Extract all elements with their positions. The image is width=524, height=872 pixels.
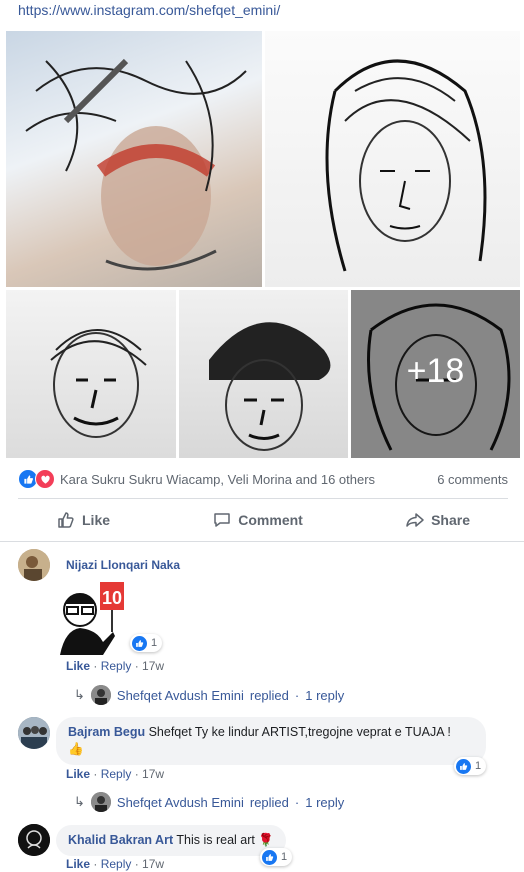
comment-meta: Like · Reply · 17w: [66, 659, 165, 673]
reaction-count: 1: [475, 760, 482, 772]
photo-3[interactable]: [6, 290, 176, 458]
post-actions: Like Comment Share: [18, 504, 508, 536]
avatar[interactable]: [18, 824, 50, 856]
like-label: Like: [82, 512, 111, 528]
comment-button[interactable]: Comment: [174, 510, 341, 530]
replied-dot: ·: [294, 794, 300, 810]
comment-icon: [214, 513, 231, 527]
love-reaction-icon: [35, 469, 55, 489]
share-label: Share: [431, 512, 470, 528]
comment-text: This is real art: [176, 833, 255, 847]
replied-dot: ·: [294, 687, 300, 703]
comment-time[interactable]: 17w: [142, 857, 164, 871]
like-reaction-icon: [262, 849, 277, 865]
sticker-score: 10: [102, 588, 122, 608]
sticker-image: 10: [55, 580, 125, 655]
replied-word: replied: [249, 687, 289, 703]
comment-reaction-badge[interactable]: 1: [130, 634, 163, 652]
reply-count: 1 reply: [305, 794, 345, 810]
more-photos-count: +18: [406, 352, 465, 390]
reply-count: 1 reply: [305, 687, 345, 703]
reply-arrow-icon: ↳: [74, 687, 85, 702]
comment-bubble: Bajram Begu Shefqet Ty ke lindur ARTIST,…: [56, 717, 486, 765]
photo-5-more[interactable]: +18: [351, 290, 520, 458]
comment-meta: Like · Reply · 17w: [66, 857, 165, 871]
comment-author[interactable]: Bajram Begu: [68, 725, 145, 739]
reaction-count: 1: [281, 851, 288, 863]
replied-author: Shefqet Avdush Emini: [116, 794, 244, 810]
like-reaction-icon: [456, 758, 471, 774]
comment-time[interactable]: 17w: [142, 659, 164, 673]
replies-link[interactable]: ↳ Shefqet Avdush Emini replied · 1 reply: [74, 792, 344, 812]
post-link[interactable]: https://www.instagram.com/shefqet_emini/: [18, 2, 280, 18]
avatar: [90, 792, 111, 812]
portrait-sketch-4: [209, 322, 331, 451]
comment-reply-link[interactable]: Reply: [101, 767, 132, 781]
share-icon: [406, 513, 424, 527]
comment-label: Comment: [238, 512, 303, 528]
comment-time[interactable]: 17w: [142, 767, 164, 781]
replies-link[interactable]: ↳ Shefqet Avdush Emini replied · 1 reply: [74, 685, 344, 705]
comment-author[interactable]: Khalid Bakran Art: [68, 833, 173, 847]
comment-bubble: Khalid Bakran Art This is real art 🌹: [56, 825, 286, 856]
photo-2[interactable]: [265, 31, 520, 287]
comment-meta: Like · Reply · 17w: [66, 767, 165, 781]
thumbs-up-emoji: 👍: [68, 742, 84, 756]
share-button[interactable]: Share: [367, 510, 508, 530]
divider: [18, 498, 508, 499]
comment-like-link[interactable]: Like: [66, 659, 90, 673]
portrait-sketch-1: [25, 58, 247, 271]
thumbs-up-icon: [58, 512, 74, 528]
avatar[interactable]: [18, 549, 50, 581]
reactions-summary[interactable]: Kara Sukru Sukru Wiacamp, Veli Morina an…: [18, 469, 375, 489]
avatar: [90, 685, 111, 705]
portrait-sketch-3: [50, 329, 147, 438]
comment-reply-link[interactable]: Reply: [101, 857, 132, 871]
reply-arrow-icon: ↳: [74, 794, 85, 809]
reaction-count: 1: [151, 637, 158, 649]
comment-like-link[interactable]: Like: [66, 857, 90, 871]
photo-4[interactable]: [179, 290, 348, 458]
comments-count[interactable]: 6 comments: [437, 472, 508, 487]
like-reaction-icon: [132, 635, 147, 651]
comment-reaction-badge[interactable]: 1: [260, 848, 293, 866]
replied-word: replied: [249, 794, 289, 810]
comment-author[interactable]: Nijazi Llonqari Naka: [66, 558, 180, 572]
portrait-sketch-2: [325, 59, 487, 272]
photo-1[interactable]: [6, 31, 262, 287]
comment-reaction-badge[interactable]: 1: [454, 757, 487, 775]
rose-emoji: 🌹: [258, 833, 274, 847]
reactions-names[interactable]: Kara Sukru Sukru Wiacamp, Veli Morina an…: [60, 472, 375, 487]
comment-text: Shefqet Ty ke lindur ARTIST,tregojne vep…: [148, 725, 451, 739]
avatar[interactable]: [18, 717, 50, 749]
comment-like-link[interactable]: Like: [66, 767, 90, 781]
like-button[interactable]: Like: [18, 510, 148, 530]
comment-reply-link[interactable]: Reply: [101, 659, 132, 673]
replied-author: Shefqet Avdush Emini: [116, 687, 244, 703]
comments-separator: [0, 541, 524, 542]
